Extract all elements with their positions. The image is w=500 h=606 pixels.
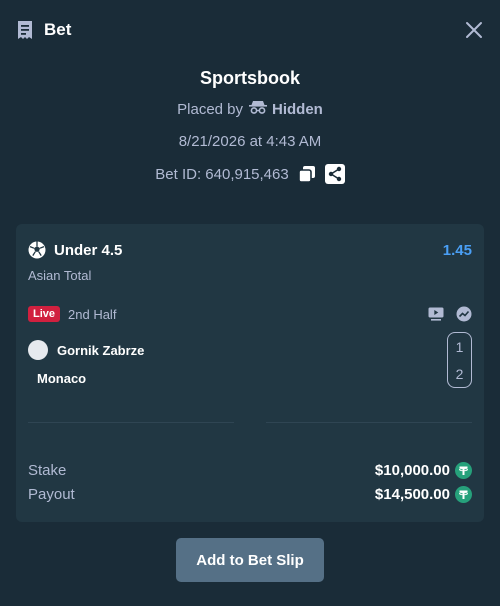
placed-by-label: Placed by — [177, 101, 244, 118]
provider-title: Sportsbook — [199, 68, 300, 88]
bet-outcome: Under 4.5 — [54, 241, 123, 259]
stake-label: Stake — [28, 461, 67, 479]
payout-row: Payout $14,500.00 — [28, 482, 472, 506]
close-icon[interactable] — [464, 20, 484, 40]
outcome-row: Under 4.5 1.45 — [28, 238, 472, 262]
team-name: Gornik Zabrze — [57, 342, 145, 358]
live-badge: Live — [28, 306, 61, 322]
copy-icon[interactable] — [297, 164, 317, 184]
match-period: 2nd Half — [68, 306, 117, 322]
stake-amount: $10,000.00 — [374, 461, 450, 479]
stake-row: Stake $10,000.00 — [28, 458, 472, 482]
modal-title: Bet — [44, 20, 72, 39]
team-row: Gornik Zabrze — [28, 336, 472, 364]
score-box: 1 2 — [447, 332, 472, 388]
live-stream-icon[interactable] — [428, 306, 444, 322]
team-score: 1 — [455, 338, 464, 355]
bet-market: Asian Total — [28, 268, 92, 283]
share-icon[interactable] — [324, 164, 345, 184]
soccer-ball-icon — [28, 241, 46, 259]
payout-amount-wrap: $14,500.00 — [374, 485, 472, 503]
modal-header: Bet — [0, 0, 500, 60]
stats-icon[interactable] — [456, 306, 472, 322]
incognito-icon — [249, 98, 268, 122]
stake-amount-wrap: $10,000.00 — [374, 461, 472, 479]
bet-date: 8/21/2026 at 4:43 AM — [178, 133, 322, 150]
money-summary: Stake $10,000.00 Payout $14,500.00 — [28, 458, 472, 506]
ticket-icon — [16, 20, 36, 40]
tether-icon — [455, 461, 472, 479]
bet-card: Under 4.5 1.45 Asian Total Live 2nd Half… — [16, 224, 484, 522]
live-row: Live 2nd Half — [28, 304, 472, 324]
match-actions — [428, 306, 472, 322]
tether-icon — [455, 485, 472, 503]
team-score: 2 — [455, 365, 464, 382]
divider — [266, 422, 472, 423]
teams: Gornik Zabrze Monaco 1 2 — [28, 332, 472, 392]
hidden-user: Hidden — [249, 98, 323, 122]
hidden-user-name: Hidden — [272, 101, 323, 118]
payout-amount: $14,500.00 — [374, 485, 450, 503]
payout-label: Payout — [28, 485, 75, 503]
placed-by: Placed by Hidden — [0, 98, 500, 122]
bet-id-row: Bet ID: 640,915,463 — [0, 162, 500, 186]
team-row: Monaco — [28, 364, 472, 392]
bet-id: Bet ID: 640,915,463 — [155, 165, 289, 183]
bet-info: Sportsbook Placed by Hidden 8/21/2026 at… — [0, 60, 500, 186]
bet-odds: 1.45 — [442, 241, 472, 259]
team-name: Monaco — [37, 370, 87, 386]
divider — [28, 422, 234, 423]
team-logo — [28, 340, 48, 360]
add-to-bet-slip-button[interactable]: Add to Bet Slip — [176, 538, 324, 582]
